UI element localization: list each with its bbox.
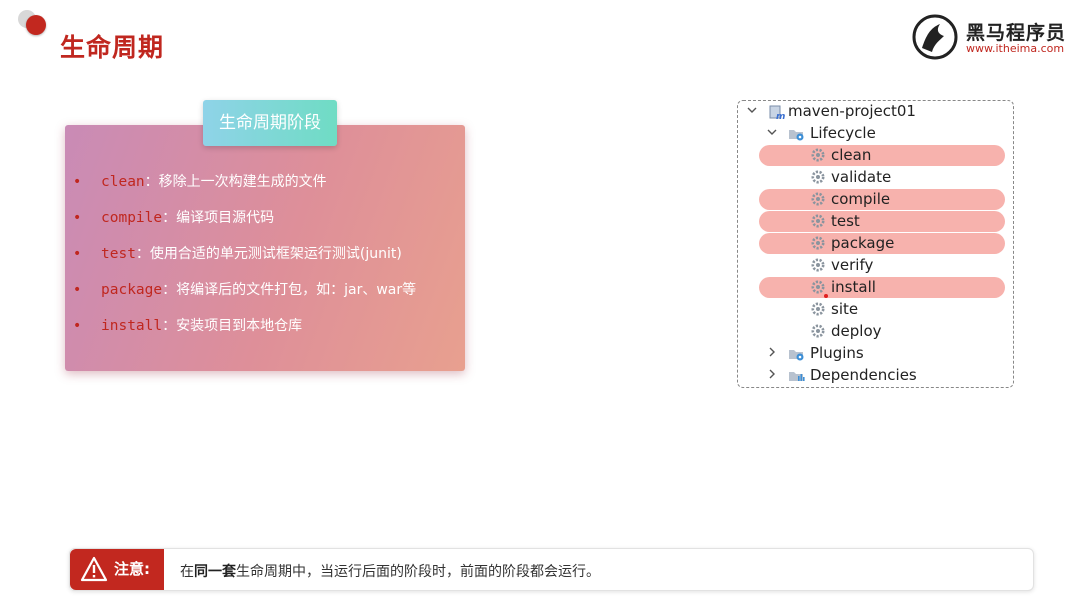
phase-description: ：移除上一次构建生成的文件 [144, 174, 327, 190]
tree-label-phase: validate [831, 168, 892, 186]
tree-row-project[interactable]: m maven-project01 [738, 101, 1013, 123]
note-prefix: 在 [180, 564, 194, 580]
phase-description: ：将编译后的文件打包，如：jar、war等 [162, 282, 417, 298]
phase-highlight [759, 145, 1005, 166]
note-emphasis: 同一套 [194, 564, 236, 580]
gear-icon [810, 323, 826, 343]
phase-highlight [759, 277, 1005, 298]
list-item: • compile：编译项目源代码 [65, 206, 465, 242]
tree-phase-test[interactable]: test [738, 211, 1013, 233]
tree-label-project: maven-project01 [788, 102, 916, 120]
tree-label-lifecycle: Lifecycle [810, 124, 876, 142]
list-item: • test：使用合适的单元测试框架运行测试(junit) [65, 242, 465, 278]
gear-icon [810, 235, 826, 255]
warning-icon [80, 556, 108, 582]
tree-label-phase: verify [831, 256, 874, 274]
tree-label-phase: clean [831, 146, 872, 164]
note-banner: 注意: 在同一套生命周期中，当运行后面的阶段时，前面的阶段都会运行。 [69, 548, 1034, 591]
tree-row-plugins[interactable]: Plugins [738, 343, 1013, 365]
tree-phase-validate[interactable]: validate [738, 167, 1013, 189]
tree-label-phase: site [831, 300, 859, 318]
phase-list: • clean：移除上一次构建生成的文件 • compile：编译项目源代码 •… [65, 170, 465, 350]
tree-label-phase: install [831, 278, 876, 296]
phase-keyword: package [101, 282, 163, 298]
tree-phase-verify[interactable]: verify [738, 255, 1013, 277]
chevron-right-icon[interactable] [766, 368, 778, 383]
svg-text:m: m [776, 112, 785, 121]
note-text: 在同一套生命周期中，当运行后面的阶段时，前面的阶段都会运行。 [180, 561, 600, 581]
tree-label-phase: compile [831, 190, 891, 208]
list-item: • install：安装项目到本地仓库 [65, 314, 465, 350]
bullet-icon: • [73, 318, 82, 334]
tree-phase-deploy[interactable]: deploy [738, 321, 1013, 343]
tree-row-lifecycle[interactable]: Lifecycle [738, 123, 1013, 145]
gear-icon [810, 147, 826, 167]
corner-dot-red [26, 15, 46, 35]
brand: 黑马程序员 www.itheima.com [912, 12, 1072, 60]
phase-keyword: install [101, 318, 163, 334]
gear-icon [810, 213, 826, 233]
gear-icon [810, 257, 826, 277]
phase-highlight [759, 211, 1005, 232]
cursor-mark [824, 294, 828, 298]
tree-label-dependencies: Dependencies [810, 366, 917, 384]
chevron-down-icon[interactable] [746, 104, 758, 119]
note-badge: 注意: [70, 549, 164, 590]
tree-label-plugins: Plugins [810, 344, 864, 362]
phase-description: ：使用合适的单元测试框架运行测试(junit) [135, 246, 402, 262]
phase-description: ：编译项目源代码 [162, 210, 275, 226]
tree-phase-site[interactable]: site [738, 299, 1013, 321]
maven-tree-panel: m maven-project01 Lifecycle clean valida… [737, 100, 1014, 388]
tree-phase-compile[interactable]: compile [738, 189, 1013, 211]
folder-gear-icon [788, 125, 806, 147]
page-title: 生命周期 [60, 33, 165, 62]
phase-keyword: compile [101, 210, 163, 226]
folder-gear-icon [788, 345, 806, 367]
brand-url: www.itheima.com [966, 42, 1065, 55]
tree-phase-install[interactable]: install [738, 277, 1013, 299]
gear-icon [810, 169, 826, 189]
chevron-down-icon[interactable] [766, 126, 778, 141]
gear-icon [810, 191, 826, 211]
bullet-icon: • [73, 282, 82, 298]
brand-logo-icon [912, 14, 958, 60]
tree-label-phase: package [831, 234, 895, 252]
bullet-icon: • [73, 210, 82, 226]
list-item: • package：将编译后的文件打包，如：jar、war等 [65, 278, 465, 314]
bullet-icon: • [73, 246, 82, 262]
brand-name: 黑马程序员 [966, 22, 1067, 44]
phase-keyword: clean [101, 174, 145, 190]
gear-icon [810, 301, 826, 321]
chevron-right-icon[interactable] [766, 346, 778, 361]
phase-keyword: test [101, 246, 136, 262]
card-tab-title: 生命周期阶段 [203, 100, 337, 146]
list-item: • clean：移除上一次构建生成的文件 [65, 170, 465, 206]
maven-module-icon: m [768, 103, 786, 125]
dependencies-folder-icon [788, 367, 806, 389]
tree-row-dependencies[interactable]: Dependencies [738, 365, 1013, 387]
note-label: 注意: [114, 560, 150, 578]
tree-phase-package[interactable]: package [738, 233, 1013, 255]
tree-label-phase: deploy [831, 322, 882, 340]
tree-phase-clean[interactable]: clean [738, 145, 1013, 167]
note-suffix: 生命周期中，当运行后面的阶段时，前面的阶段都会运行。 [236, 564, 600, 580]
bullet-icon: • [73, 174, 82, 190]
tree-label-phase: test [831, 212, 860, 230]
phase-description: ：安装项目到本地仓库 [162, 318, 303, 334]
